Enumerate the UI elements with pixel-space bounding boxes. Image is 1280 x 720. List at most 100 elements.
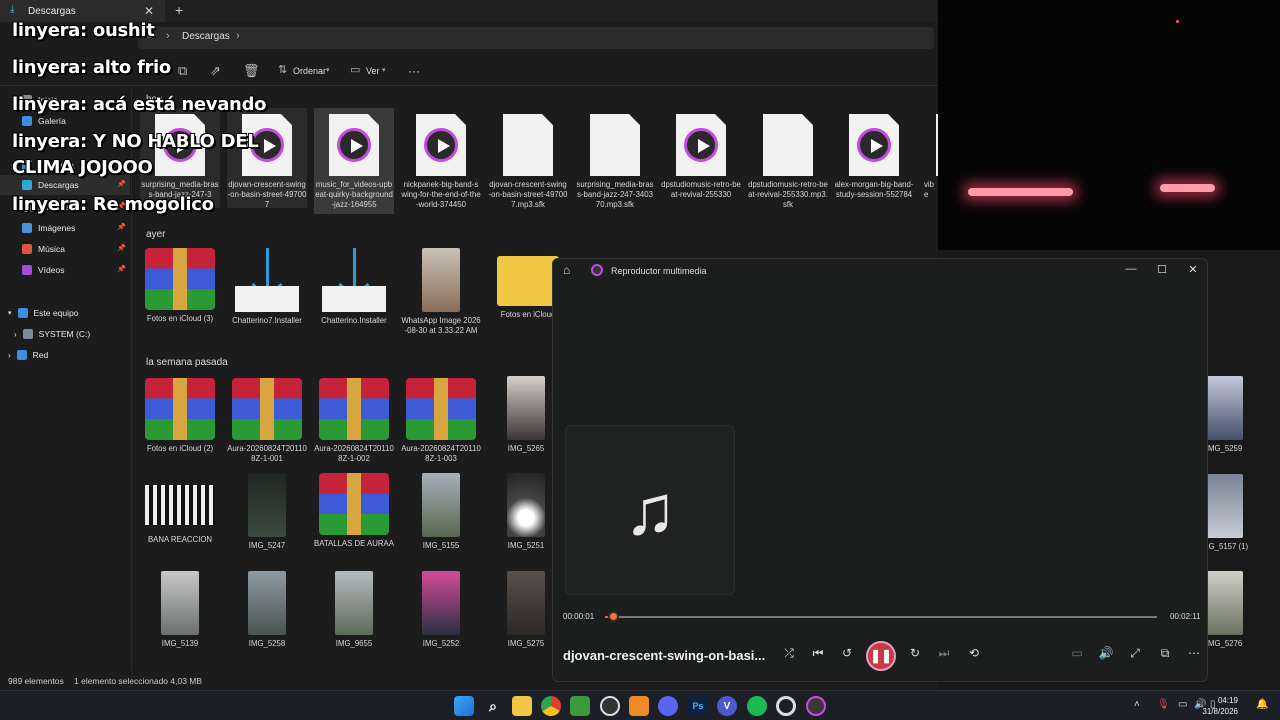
path-field[interactable] xyxy=(138,27,934,49)
close-icon[interactable]: ✕ xyxy=(1178,263,1208,276)
file-item[interactable]: dpstudiomusic-retro-beat-revival-255330.… xyxy=(748,108,828,210)
rar-archive-icon xyxy=(145,378,215,440)
file-item[interactable]: Aura-20260824T201108Z-1-002 xyxy=(314,378,394,464)
previous-icon[interactable]: ⏮ xyxy=(806,646,830,661)
rewind-icon[interactable]: ↺ xyxy=(835,646,859,660)
file-item[interactable]: Fotos en iCloud (3) xyxy=(140,248,220,324)
sidebar-item-imagenes[interactable]: Imágenes 📌 xyxy=(0,218,130,238)
file-item[interactable]: IMG_5247 xyxy=(227,473,307,551)
file-item[interactable]: Chatterino7.Installer xyxy=(227,248,307,326)
vpn-icon[interactable]: V xyxy=(717,696,737,716)
play-icon xyxy=(857,128,891,162)
file-item[interactable]: IMG_9655 xyxy=(314,571,394,649)
seek-bar[interactable] xyxy=(605,616,1157,618)
file-item[interactable]: BANA REACCION xyxy=(140,473,220,545)
fl-studio-icon[interactable] xyxy=(629,696,649,716)
ccleaner-icon[interactable] xyxy=(776,696,796,716)
file-item[interactable]: IMG_5139 xyxy=(140,571,220,649)
photo-thumbnail xyxy=(422,248,460,312)
file-item[interactable]: vibe xyxy=(910,108,938,200)
home-icon[interactable]: ⌂ xyxy=(563,263,570,277)
light-dot xyxy=(1176,20,1179,23)
microphone-icon[interactable]: 🎙 xyxy=(1157,699,1170,710)
minimize-icon[interactable]: — xyxy=(1116,263,1146,275)
sidebar-item-system-c[interactable]: › SYSTEM (C:) xyxy=(0,324,130,344)
sort-icon[interactable]: ⇅ xyxy=(278,63,287,76)
next-icon[interactable]: ⏭ xyxy=(932,646,956,661)
file-item[interactable]: djovan-crescent-swing-on-basin-street-49… xyxy=(488,108,568,210)
clock-time: 04:19 xyxy=(1217,696,1238,705)
file-item[interactable]: IMG_5155 xyxy=(401,473,481,551)
song-title: djovan-crescent-swing-on-basi... xyxy=(563,648,766,663)
file-item[interactable]: IMG_5252 xyxy=(401,571,481,649)
system-clock[interactable]: 04:19 31/8/2026 xyxy=(1202,695,1238,717)
breadcrumb[interactable]: Descargas xyxy=(182,31,230,42)
chrome-icon[interactable] xyxy=(541,696,561,716)
repeat-icon[interactable]: ⟲ xyxy=(962,646,986,660)
captions-icon[interactable]: ▭ xyxy=(1065,646,1089,660)
file-item[interactable]: IMG_5258 xyxy=(227,571,307,649)
view-button[interactable]: Ver xyxy=(366,66,380,76)
file-item[interactable]: alex-morgan-big-band-study-session-55278… xyxy=(834,108,914,200)
share-icon[interactable]: ⧉ xyxy=(178,63,187,79)
sidebar-item-musica[interactable]: Música 📌 xyxy=(0,239,130,259)
installer-icon xyxy=(232,248,302,312)
pin-icon: 📌 xyxy=(117,181,126,188)
pause-button[interactable]: ❚❚ xyxy=(866,641,896,671)
file-item[interactable]: Aura-20260824T201108Z-1-001 xyxy=(227,378,307,464)
file-item[interactable]: surprising_media-brass-band-jazz-247-340… xyxy=(575,108,655,210)
file-item-selected[interactable]: music_for_videos-upbeat-quirky-backgroun… xyxy=(314,108,394,214)
notification-bell-icon[interactable]: 🔔 xyxy=(1256,699,1268,710)
sidebar-item-este-equipo[interactable]: ▾ Este equipo xyxy=(0,303,130,323)
sort-button[interactable]: Ordenar xyxy=(293,66,326,76)
trash-icon[interactable]: 🗑 xyxy=(243,63,260,79)
windows-start-icon[interactable] xyxy=(454,696,474,716)
file-item[interactable]: Fotos en iCloud (2) xyxy=(140,378,220,454)
media-player-taskbar-icon[interactable] xyxy=(806,696,826,716)
sidebar-item-videos[interactable]: Vídeos 📌 xyxy=(0,260,130,280)
file-item[interactable]: BATALLAS DE AURAA xyxy=(314,473,394,549)
file-item[interactable]: nickpanek-big-band-swing-for-the-end-of-… xyxy=(401,108,481,218)
search-icon[interactable]: ⌕ xyxy=(483,696,503,716)
discord-icon[interactable] xyxy=(658,696,678,716)
group-header-yesterday[interactable]: ayer xyxy=(146,229,165,240)
chevron-right-icon[interactable]: › xyxy=(166,30,170,42)
network-icon[interactable]: ▭ xyxy=(1178,699,1187,710)
more-options-icon[interactable]: ⋯ xyxy=(1182,646,1206,660)
export-icon[interactable]: ⇗ xyxy=(210,63,221,79)
pause-icon: ❚❚ xyxy=(870,648,892,663)
chevron-right-icon: › xyxy=(8,350,11,360)
gallery-icon xyxy=(22,116,32,126)
sidebar-item-red[interactable]: › Red xyxy=(0,345,130,365)
obs-icon[interactable] xyxy=(600,696,620,716)
computer-icon xyxy=(17,308,28,318)
chevron-right-icon[interactable]: › xyxy=(236,30,240,42)
photoshop-icon[interactable]: Ps xyxy=(688,696,708,716)
download-icon: ⤓ xyxy=(10,4,15,15)
new-tab-icon[interactable]: + xyxy=(175,2,183,18)
tab-descargas[interactable]: ⤓ Descargas xyxy=(0,0,165,22)
sidebar-item-descargas[interactable]: Descargas 📌 xyxy=(0,175,130,195)
player-title: Reproductor multimedia xyxy=(611,266,707,276)
fullscreen-icon[interactable]: ⤢ xyxy=(1123,646,1147,661)
chevron-up-icon[interactable]: ˄ xyxy=(1134,699,1140,710)
seek-handle[interactable] xyxy=(608,611,619,622)
more-options-button[interactable]: ··· xyxy=(408,64,420,78)
close-tab-icon[interactable]: ✕ xyxy=(144,4,154,18)
file-explorer-icon[interactable] xyxy=(512,696,532,716)
maximize-icon[interactable]: ☐ xyxy=(1147,263,1177,276)
forward-icon[interactable]: ↻ xyxy=(903,646,927,660)
miniplayer-icon[interactable]: ⧉ xyxy=(1153,646,1177,661)
file-item[interactable]: Chatterino.Installer xyxy=(314,248,394,326)
shuffle-icon[interactable]: ⤮ xyxy=(777,646,801,661)
file-item[interactable]: dpstudiomusic-retro-beat-revival-255330 xyxy=(661,108,741,200)
file-item[interactable]: djovan-crescent-swing-on-basin-street-49… xyxy=(227,108,307,209)
group-header-last-week[interactable]: la semana pasada xyxy=(146,357,228,368)
spotify-icon[interactable] xyxy=(747,696,767,716)
view-icon[interactable]: ▭ xyxy=(350,63,360,76)
minecraft-icon[interactable] xyxy=(570,696,590,716)
photo-thumbnail xyxy=(248,571,286,635)
volume-icon[interactable]: 🔊 xyxy=(1094,646,1118,660)
file-item[interactable]: WhatsApp Image 2026-08-30 at 3.33.22 AM xyxy=(401,248,481,336)
file-item[interactable]: Aura-20260824T201108Z-1-003 xyxy=(401,378,481,464)
